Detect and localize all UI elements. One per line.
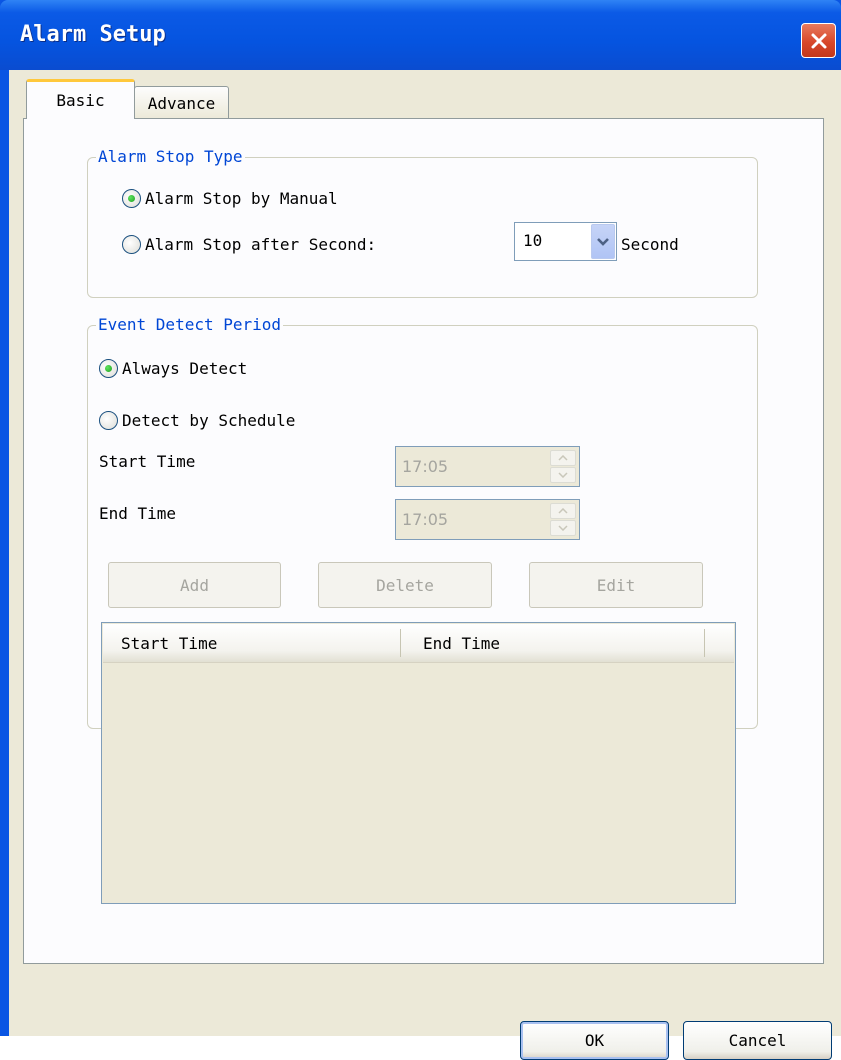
- end-time-spinner[interactable]: 17:05: [395, 499, 580, 540]
- group-title-event-detect-period: Event Detect Period: [96, 315, 284, 335]
- start-time-value: 17:05: [402, 457, 449, 476]
- add-button[interactable]: Add: [108, 562, 281, 608]
- tab-basic-label: Basic: [56, 91, 105, 110]
- radio-button[interactable]: [122, 189, 141, 208]
- column-header-end-time[interactable]: End Time: [423, 624, 703, 662]
- chevron-down-icon: [597, 237, 609, 246]
- arrow-down-icon: [558, 525, 568, 531]
- ok-button[interactable]: OK: [520, 1021, 669, 1060]
- cancel-button-label: Cancel: [728, 1031, 787, 1050]
- title-bar[interactable]: Alarm Setup: [0, 0, 841, 70]
- schedule-list[interactable]: Start Time End Time: [101, 622, 736, 904]
- delete-button-label: Delete: [376, 575, 434, 595]
- alarm-setup-window: Alarm Setup Basic Advance Alarm Stop Typ…: [0, 0, 841, 1060]
- end-time-spin-buttons: [550, 503, 576, 536]
- tab-basic[interactable]: Basic: [26, 79, 135, 119]
- radio-detect-by-schedule-label: Detect by Schedule: [122, 411, 296, 430]
- column-header-end-time-label: End Time: [423, 633, 501, 653]
- end-time-down-button[interactable]: [550, 520, 576, 536]
- close-icon: [811, 33, 826, 48]
- group-title-alarm-stop-type: Alarm Stop Type: [96, 147, 245, 167]
- tab-panel-basic: Alarm Stop Type Alarm Stop by Manual Ala…: [23, 118, 824, 964]
- arrow-up-icon: [558, 508, 568, 514]
- dialog-client-area: Basic Advance Alarm Stop Type Alarm Stop…: [9, 70, 841, 1060]
- cancel-button[interactable]: Cancel: [683, 1021, 832, 1060]
- seconds-dropdown[interactable]: 10: [514, 222, 617, 261]
- radio-detect-by-schedule[interactable]: Detect by Schedule: [99, 411, 295, 430]
- radio-always-detect-label: Always Detect: [122, 359, 248, 378]
- schedule-list-header: Start Time End Time: [103, 624, 734, 663]
- start-time-label: Start Time: [99, 452, 196, 471]
- radio-alarm-stop-manual-label: Alarm Stop by Manual: [145, 189, 338, 208]
- radio-alarm-stop-manual[interactable]: Alarm Stop by Manual: [122, 189, 338, 208]
- seconds-unit-label: Second: [621, 235, 679, 254]
- radio-alarm-stop-after-label: Alarm Stop after Second:: [145, 235, 377, 254]
- arrow-down-icon: [558, 472, 568, 478]
- column-header-start-time[interactable]: Start Time: [121, 624, 393, 662]
- radio-button[interactable]: [99, 359, 118, 378]
- arrow-up-icon: [558, 455, 568, 461]
- end-time-value: 17:05: [402, 510, 449, 529]
- radio-button[interactable]: [122, 235, 141, 254]
- start-time-up-button[interactable]: [550, 450, 576, 466]
- add-button-label: Add: [180, 575, 209, 595]
- edit-button[interactable]: Edit: [529, 562, 703, 608]
- radio-button[interactable]: [99, 411, 118, 430]
- radio-selected-dot: [128, 195, 135, 202]
- edit-button-label: Edit: [596, 575, 636, 595]
- end-time-label: End Time: [99, 504, 177, 523]
- column-separator[interactable]: [400, 629, 401, 657]
- column-separator[interactable]: [704, 629, 705, 657]
- tab-advance[interactable]: Advance: [134, 86, 229, 119]
- tab-advance-label: Advance: [147, 93, 216, 113]
- close-button[interactable]: [801, 23, 836, 58]
- seconds-dropdown-button[interactable]: [591, 224, 615, 259]
- ok-button-label: OK: [584, 1031, 605, 1050]
- radio-always-detect[interactable]: Always Detect: [99, 359, 247, 378]
- column-header-start-time-label: Start Time: [121, 633, 218, 653]
- window-title: Alarm Setup: [20, 22, 166, 47]
- delete-button[interactable]: Delete: [318, 562, 492, 608]
- alarm-stop-type-group: Alarm Stop Type: [87, 147, 758, 298]
- start-time-spinner[interactable]: 17:05: [395, 446, 580, 487]
- start-time-spin-buttons: [550, 450, 576, 483]
- start-time-down-button[interactable]: [550, 467, 576, 483]
- radio-selected-dot: [105, 365, 112, 372]
- end-time-up-button[interactable]: [550, 503, 576, 519]
- seconds-value: 10: [523, 231, 543, 250]
- radio-alarm-stop-after[interactable]: Alarm Stop after Second:: [122, 235, 376, 254]
